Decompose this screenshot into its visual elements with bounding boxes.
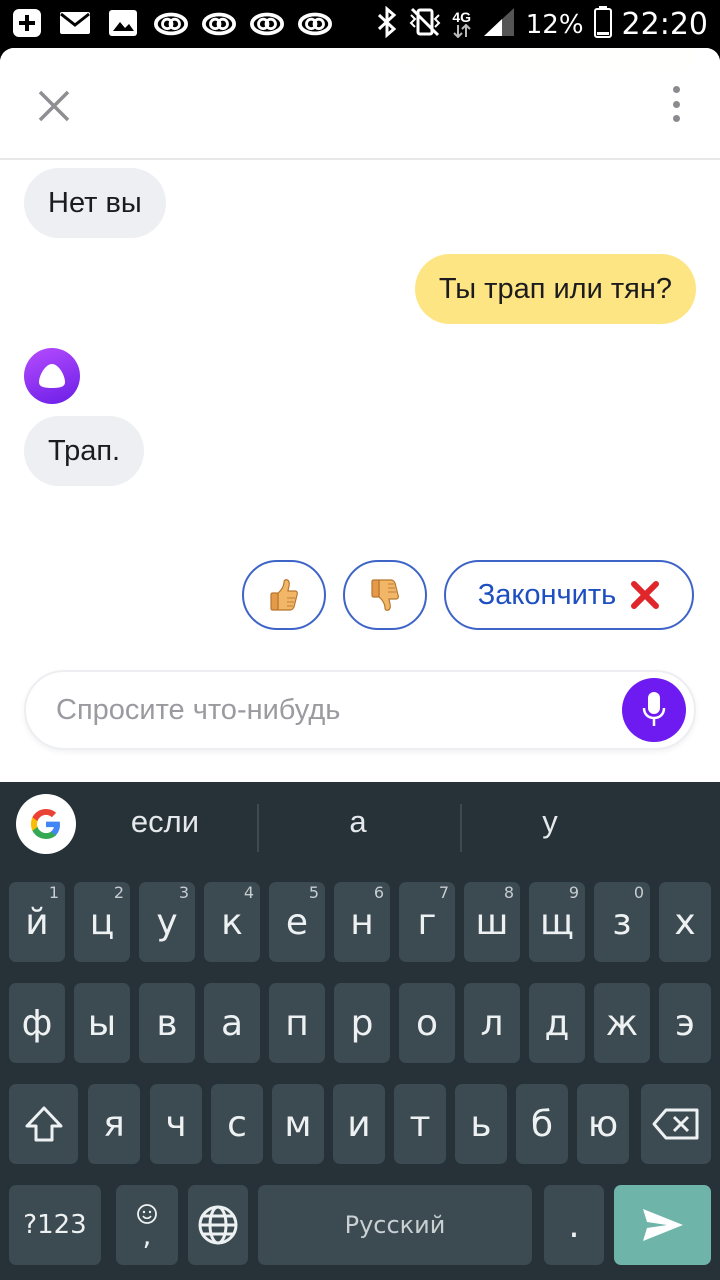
period-key[interactable]: . (544, 1185, 604, 1265)
add-notification-icon (10, 8, 44, 38)
key[interactable]: а (204, 983, 260, 1063)
language-key[interactable] (188, 1185, 248, 1265)
backspace-icon (652, 1108, 699, 1140)
globe-icon (198, 1205, 238, 1245)
emoji-comma-key[interactable]: , (116, 1185, 178, 1265)
key[interactable]: с (211, 1084, 263, 1164)
shift-icon (25, 1106, 62, 1142)
backspace-key[interactable] (641, 1084, 711, 1164)
key[interactable]: р (334, 983, 390, 1063)
key[interactable]: е5 (269, 882, 325, 962)
key[interactable]: я (88, 1084, 140, 1164)
key[interactable]: щ9 (529, 882, 585, 962)
finish-label: Закончить (477, 578, 617, 611)
key[interactable]: ь (455, 1084, 507, 1164)
key[interactable]: в (139, 983, 195, 1063)
network-type: 4G (452, 10, 472, 40)
message-text: Нет вы (48, 186, 142, 219)
key[interactable]: г7 (399, 882, 455, 962)
key[interactable]: т (394, 1084, 446, 1164)
clock: 22:20 (621, 7, 708, 42)
bluetooth-icon (376, 5, 398, 43)
alice-message: Нет вы (24, 168, 166, 238)
key[interactable]: н6 (334, 882, 390, 962)
key[interactable]: л (464, 983, 520, 1063)
key[interactable]: о (399, 983, 455, 1063)
top-bar (0, 48, 720, 160)
space-key[interactable]: Русский (258, 1185, 532, 1265)
send-arrow-icon (642, 1209, 683, 1241)
suggestion-divider (257, 804, 259, 852)
battery-icon (593, 6, 612, 43)
key[interactable]: м (272, 1084, 324, 1164)
vibrate-icon (408, 7, 442, 42)
more-options-icon[interactable] (664, 84, 688, 124)
query-input[interactable]: Спросите что-нибудь (24, 670, 696, 750)
on-screen-keyboard: если а у й1 ц2 у3 к4 е5 н6 г7 ш8 щ9 з0 х… (0, 782, 720, 1280)
thumbs-down-icon (371, 579, 399, 611)
close-icon (38, 90, 70, 122)
suggestion-word[interactable]: если (75, 804, 255, 840)
signal-icon (482, 7, 516, 42)
microphone-icon (642, 692, 666, 726)
alice-message: Трап. (24, 416, 145, 486)
key[interactable]: б (516, 1084, 568, 1164)
key[interactable]: п (269, 983, 325, 1063)
mail-icon (58, 8, 92, 38)
message-text: Трап. (48, 434, 121, 467)
suggestion-word[interactable]: у (460, 804, 640, 840)
key[interactable]: з0 (594, 882, 650, 962)
key[interactable]: ю (577, 1084, 629, 1164)
status-bar: 4G 12% 22:20 (0, 0, 720, 48)
symbols-key[interactable]: ?123 (9, 1185, 101, 1265)
finish-dialog-button[interactable]: Закончить (444, 560, 694, 630)
key[interactable]: ц2 (74, 882, 130, 962)
creative-cloud-icon (298, 8, 332, 38)
query-placeholder: Спросите что-нибудь (56, 694, 341, 726)
key[interactable]: д (529, 983, 585, 1063)
send-key[interactable] (614, 1185, 711, 1265)
message-text: Ты трап или тян? (438, 272, 672, 305)
key[interactable]: й1 (9, 882, 65, 962)
image-icon (106, 8, 140, 38)
key[interactable]: ж (594, 983, 650, 1063)
key[interactable]: ч (150, 1084, 202, 1164)
user-message: Ты трап или тян? (414, 254, 696, 324)
suggestion-word[interactable]: а (268, 804, 448, 840)
key[interactable]: х (659, 882, 711, 962)
alice-logo-icon (39, 364, 65, 388)
red-cross-icon (631, 581, 660, 609)
key[interactable]: ы (74, 983, 130, 1063)
shift-key[interactable] (9, 1084, 78, 1164)
key[interactable]: у3 (139, 882, 195, 962)
key[interactable]: и (333, 1084, 385, 1164)
google-icon[interactable] (16, 794, 76, 854)
thumbs-up-button[interactable] (242, 560, 326, 630)
key[interactable]: э (659, 983, 711, 1063)
thumbs-down-button[interactable] (343, 560, 427, 630)
creative-cloud-icon (154, 8, 188, 38)
voice-input-button[interactable] (622, 678, 686, 742)
key[interactable]: ш8 (464, 882, 520, 962)
battery-percent: 12% (525, 9, 584, 40)
key[interactable]: к4 (204, 882, 260, 962)
alice-avatar (24, 348, 80, 404)
creative-cloud-icon (202, 8, 236, 38)
alice-chat-sheet: Нет вы Ты трап или тян? Трап. Закончить (0, 48, 720, 782)
key[interactable]: ф (9, 983, 65, 1063)
creative-cloud-icon (250, 8, 284, 38)
thumbs-up-icon (270, 579, 298, 611)
close-button[interactable] (34, 86, 74, 126)
